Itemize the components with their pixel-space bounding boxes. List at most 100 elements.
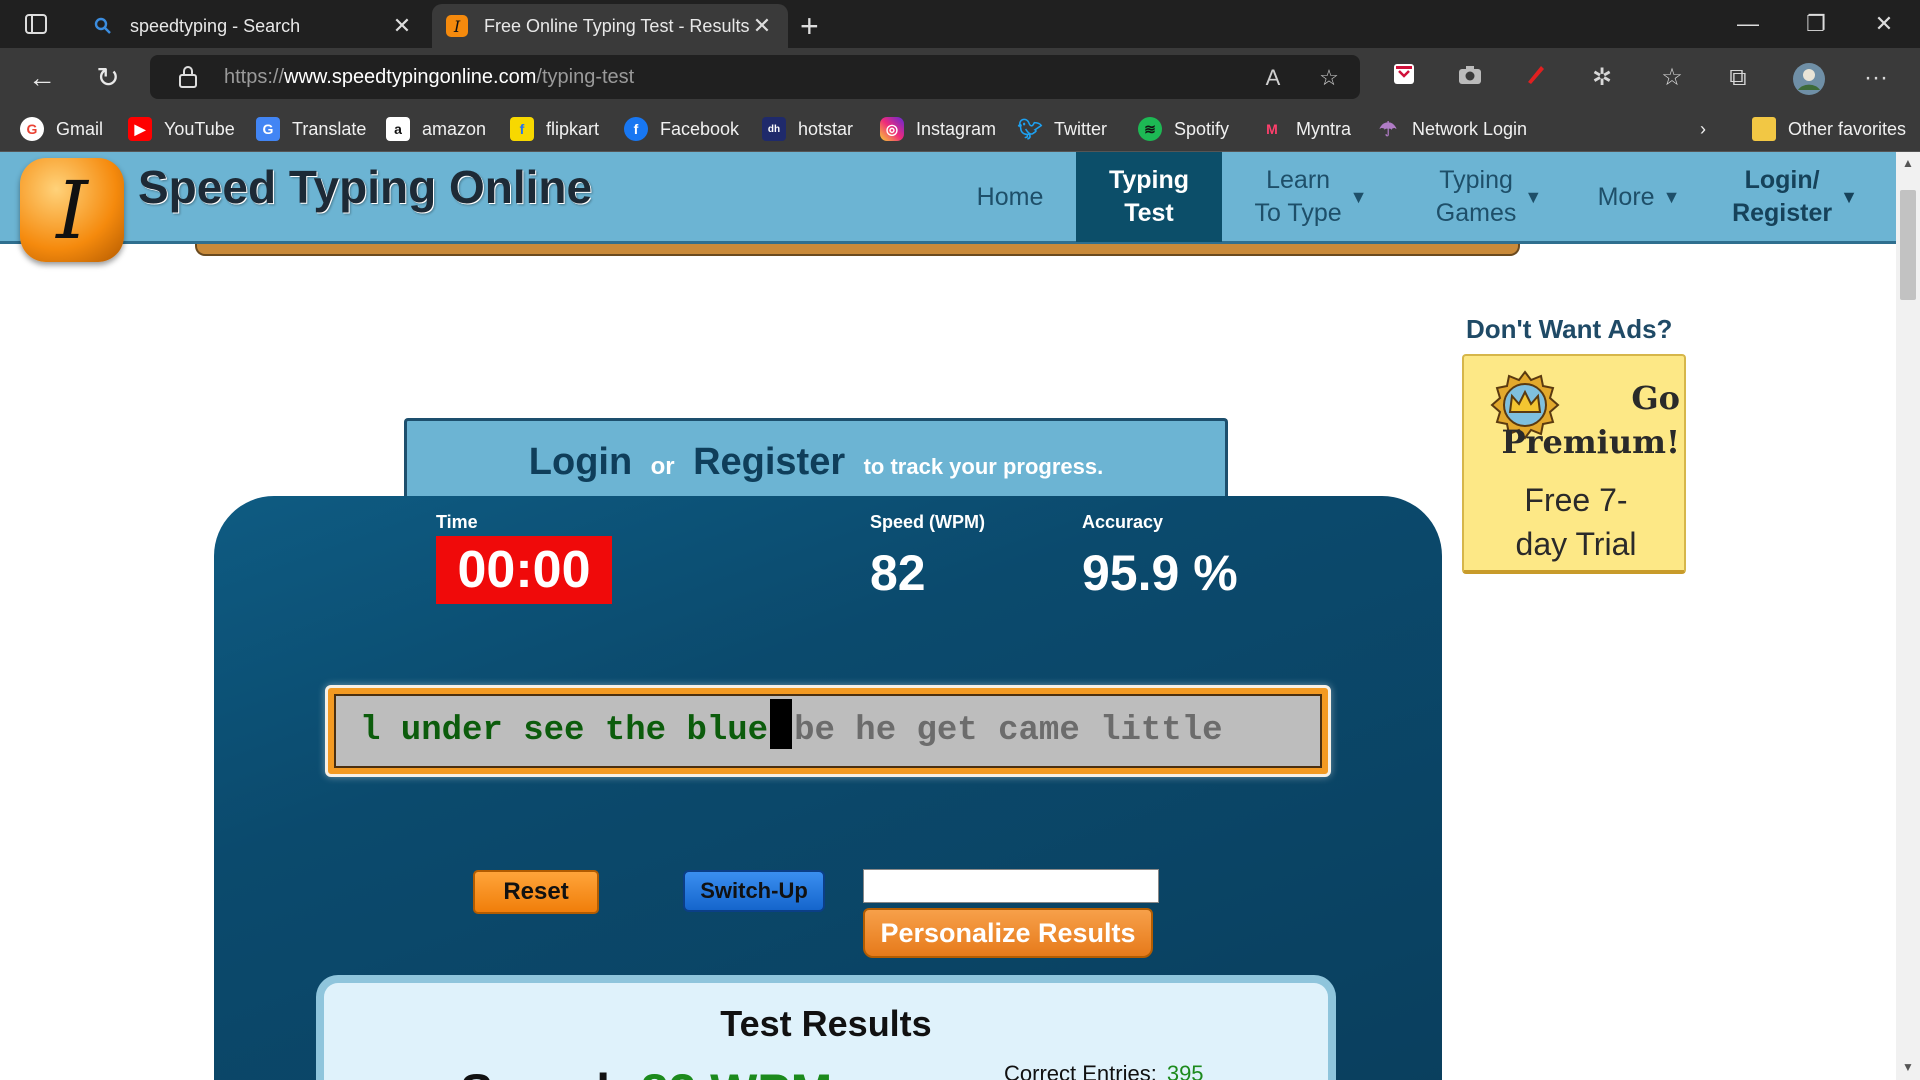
pen-extension-icon[interactable] — [1520, 62, 1552, 94]
translate-icon: G — [256, 117, 280, 141]
premium-trial-text: Free 7- day Trial — [1515, 482, 1637, 562]
dropdown-caret-icon: ▼ — [1662, 186, 1681, 207]
scroll-down-icon[interactable]: ▼ — [1900, 1060, 1916, 1074]
favorite-instagram[interactable]: ◎ Instagram — [880, 116, 996, 142]
favorite-facebook[interactable]: f Facebook — [624, 116, 739, 142]
extensions-icon[interactable]: ✲ — [1586, 62, 1618, 94]
facebook-icon: f — [624, 117, 648, 141]
login-register-banner: Login or Register to track your progress… — [404, 418, 1228, 498]
time-label: Time — [436, 512, 478, 532]
address-bar[interactable]: https://www.speedtypingonline.com/typing… — [150, 55, 1360, 99]
favorite-translate[interactable]: G Translate — [256, 116, 366, 142]
lock-icon[interactable] — [178, 65, 198, 89]
login-link[interactable]: Login — [529, 441, 632, 483]
flipkart-icon: f — [510, 117, 534, 141]
nav-typing-games[interactable]: Typing Games ▼ — [1424, 152, 1554, 242]
refresh-icon[interactable]: ↻ — [90, 60, 126, 96]
results-title: Test Results — [720, 1003, 932, 1044]
close-tab-icon[interactable]: ✕ — [750, 13, 774, 39]
nav-typing-test[interactable]: Typing Test — [1076, 152, 1222, 242]
close-window-icon[interactable]: ✕ — [1864, 8, 1904, 40]
collections-icon[interactable]: ⧉ — [1722, 62, 1754, 94]
back-icon[interactable]: ← — [24, 60, 60, 96]
hotstar-icon: dh — [762, 117, 786, 141]
favorite-gmail[interactable]: G Gmail — [20, 116, 103, 142]
track-progress-text: to track your progress. — [863, 454, 1104, 479]
timer-display: 00:00 — [436, 536, 612, 604]
favorite-amazon[interactable]: a amazon — [386, 116, 486, 142]
myntra-icon: M — [1266, 121, 1278, 137]
favorite-network-login[interactable]: ☂ Network Login — [1376, 116, 1527, 142]
read-aloud-icon[interactable]: A — [1260, 65, 1286, 91]
header-decorative-strip — [195, 244, 1520, 256]
results-speed: Speed: 82 WPM — [460, 1063, 832, 1080]
favorite-spotify[interactable]: ≋ Spotify — [1138, 116, 1229, 142]
accuracy-label: Accuracy — [1082, 512, 1164, 532]
twitter-icon: 🐦︎ — [1017, 118, 1043, 141]
speed-value: 82 — [870, 545, 926, 601]
browser-tab-bar: speedtyping - Search ✕ I Free Online Typ… — [0, 0, 1920, 48]
add-favorite-icon[interactable]: ☆ — [1316, 65, 1342, 91]
scroll-up-icon[interactable]: ▲ — [1900, 156, 1916, 170]
other-favorites-folder[interactable]: Other favorites — [1752, 116, 1906, 142]
register-link[interactable]: Register — [693, 441, 845, 483]
nav-login-register[interactable]: Login/Register ▼ — [1720, 152, 1870, 242]
tab-search[interactable]: speedtyping - Search ✕ — [78, 4, 428, 48]
test-results-panel: Test Results Speed: 82 WPM Correct Entri… — [316, 975, 1336, 1080]
spotify-icon: ≋ — [1138, 117, 1162, 141]
nav-more[interactable]: More ▼ — [1584, 152, 1694, 242]
favorites-icon[interactable]: ☆ — [1656, 62, 1688, 94]
dropdown-caret-icon: ▼ — [1349, 186, 1368, 207]
tab-title: speedtyping - Search — [130, 15, 301, 36]
nav-learn-to-type[interactable]: Learn To Type ▼ — [1236, 152, 1386, 242]
amazon-icon: a — [386, 117, 410, 141]
url-text: https://www.speedtypingonline.com/typing… — [224, 66, 635, 88]
profile-avatar[interactable] — [1792, 62, 1825, 95]
premium-title: Go Premium! — [1501, 379, 1680, 461]
speed-label: Speed (WPM) — [870, 512, 985, 532]
restore-icon[interactable]: ❐ — [1796, 8, 1836, 40]
switch-up-button[interactable]: Switch-Up — [683, 870, 825, 912]
favorite-myntra[interactable]: M Myntra — [1260, 116, 1351, 142]
tab-actions-icon[interactable] — [18, 10, 54, 38]
favorites-overflow-chevron-icon[interactable]: › — [1700, 116, 1706, 142]
camera-extension-icon[interactable] — [1454, 62, 1486, 94]
search-icon — [92, 15, 114, 37]
reset-button[interactable]: Reset — [473, 870, 599, 914]
pocket-extension-icon[interactable] — [1388, 62, 1420, 94]
nav-home[interactable]: Home — [960, 152, 1060, 242]
favorite-flipkart[interactable]: f flipkart — [510, 116, 599, 142]
favorite-youtube[interactable]: ▶ YouTube — [128, 116, 235, 142]
results-correct-entries: Correct Entries: 395 — [1004, 1061, 1204, 1080]
gmail-icon: G — [20, 117, 44, 141]
youtube-icon: ▶ — [128, 117, 152, 141]
site-logo-icon[interactable]: I — [20, 158, 124, 262]
tab-title: Free Online Typing Test - Results — [484, 15, 750, 36]
scrollbar-thumb[interactable] — [1900, 190, 1916, 300]
text-cursor — [770, 699, 793, 749]
minimize-icon[interactable]: — — [1728, 8, 1768, 40]
go-premium-banner[interactable]: Go Premium! Free 7- day Trial — [1462, 354, 1686, 574]
dropdown-caret-icon: ▼ — [1840, 186, 1858, 207]
upcoming-text: be he get came little — [794, 712, 1223, 750]
personalize-results-button[interactable]: Personalize Results — [863, 908, 1153, 958]
folder-icon — [1752, 117, 1776, 141]
more-menu-icon[interactable]: ··· — [1860, 62, 1892, 94]
instagram-icon: ◎ — [880, 117, 904, 141]
dont-want-ads-heading: Don't Want Ads? — [1466, 314, 1673, 344]
network-login-icon: ☂ — [1379, 118, 1397, 141]
speedtyping-favicon-icon: I — [446, 15, 468, 37]
tab-typing-test[interactable]: I Free Online Typing Test - Results ✕ — [432, 4, 788, 48]
favorites-bar: G Gmail ▶ YouTube G Translate a amazon f flip… — [0, 106, 1920, 152]
address-bar-row: ← ↻ https://www.speedtypingonline.com/ty… — [0, 48, 1920, 106]
typing-text-box[interactable]: l under see the blue be he get came littl… — [334, 694, 1322, 768]
close-tab-icon[interactable]: ✕ — [390, 13, 414, 39]
dropdown-caret-icon: ▼ — [1524, 186, 1543, 207]
favorite-hotstar[interactable]: dh hotstar — [762, 116, 853, 142]
typed-text: l under see the blue — [360, 712, 769, 750]
personalize-name-input[interactable] — [863, 869, 1159, 903]
favorite-twitter[interactable]: 🐦︎ Twitter — [1017, 116, 1107, 142]
typing-area[interactable]: l under see the blue be he get came littl… — [325, 685, 1331, 777]
site-title[interactable]: Speed Typing Online — [138, 160, 592, 214]
new-tab-icon[interactable]: + — [800, 8, 819, 45]
